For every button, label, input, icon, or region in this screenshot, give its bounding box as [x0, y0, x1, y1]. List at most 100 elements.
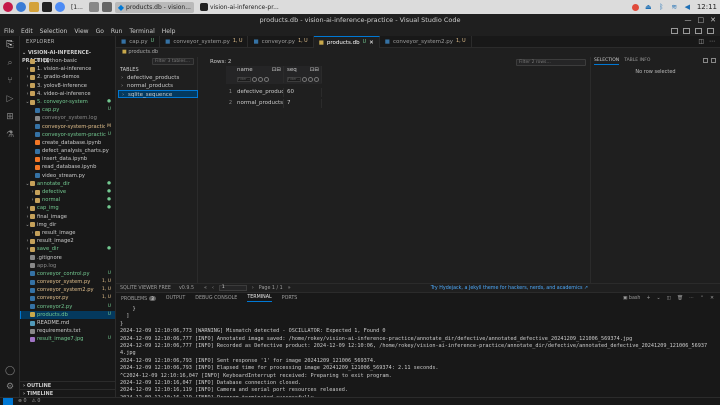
- tab-output[interactable]: OUTPUT: [166, 296, 186, 301]
- panel-toggle-icon[interactable]: [711, 58, 716, 63]
- layout-icon[interactable]: [703, 58, 708, 63]
- browser-icon[interactable]: [16, 2, 26, 12]
- sort-asc-icon[interactable]: [252, 76, 257, 82]
- run-debug-icon[interactable]: ▷: [5, 94, 15, 104]
- explorer-icon[interactable]: ⎘: [5, 40, 15, 50]
- menu-selection[interactable]: Selection: [40, 28, 68, 35]
- taskbar-task-terminal[interactable]: vision-ai-inference-pr...: [197, 2, 282, 13]
- search-icon[interactable]: ⌕: [5, 58, 15, 68]
- errors-count[interactable]: ⊗ 0: [18, 399, 27, 404]
- testing-icon[interactable]: ⚗: [5, 130, 15, 140]
- maximize-icon[interactable]: □: [698, 14, 705, 26]
- folder-item[interactable]: › normal ●: [20, 196, 115, 204]
- table-item-defective-products[interactable]: defective_products: [118, 74, 198, 82]
- editor-tab[interactable]: ■ products.db U ✕: [313, 36, 380, 48]
- cell-name[interactable]: normal_products: [234, 99, 284, 108]
- folder-item[interactable]: › 0. python-basic: [20, 57, 115, 65]
- cell-seq[interactable]: 60: [284, 88, 322, 97]
- file-item[interactable]: conveyor_system.log: [20, 114, 115, 122]
- menu-help[interactable]: Help: [162, 28, 176, 35]
- sort-desc-icon[interactable]: [258, 76, 263, 82]
- cell-seq[interactable]: 7: [284, 99, 322, 108]
- folder-item[interactable]: ⌄ img_dir: [20, 221, 115, 229]
- table-item-normal-products[interactable]: normal_products: [118, 82, 198, 90]
- file-item[interactable]: video_stream.py: [20, 172, 115, 180]
- taskbar-task-vscode[interactable]: ◆ products.db - vision...: [114, 1, 194, 13]
- close-icon[interactable]: ✕: [710, 14, 716, 26]
- file-item[interactable]: README.md: [20, 319, 115, 327]
- file-item[interactable]: requirements.txt: [20, 327, 115, 335]
- page-input[interactable]: 1: [218, 285, 247, 291]
- editor-tab[interactable]: ■ cap.py U: [116, 36, 161, 48]
- folder-item[interactable]: ⌄ 5. conveyor-system ●: [20, 98, 115, 106]
- first-page-icon[interactable]: «: [204, 286, 207, 291]
- update-icon[interactable]: [631, 3, 639, 11]
- warnings-count[interactable]: ⚠ 0: [32, 399, 41, 404]
- wifi-icon[interactable]: ≋: [671, 3, 678, 11]
- folder-item[interactable]: › 4. video-ai-inference: [20, 90, 115, 98]
- terminal-output[interactable]: } ]} 2024-12-09 12:10:06,773 [WARNING] Mi…: [120, 306, 716, 405]
- promo-link[interactable]: Try Hydejack, a Jekyll theme for hackers…: [431, 286, 720, 291]
- breadcrumb[interactable]: ■ products.db: [116, 48, 720, 57]
- menu-run[interactable]: Run: [111, 28, 123, 35]
- table-row[interactable]: 2 normal_products 7: [226, 99, 322, 108]
- tab-table-info[interactable]: TABLE INFO: [624, 57, 650, 65]
- cell-name[interactable]: defective_products: [234, 88, 284, 97]
- column-header-seq[interactable]: seq ⊡⊟: [284, 66, 322, 75]
- rows-filter-input[interactable]: Filter 2 rows…: [516, 59, 586, 66]
- toggle-sidebar-icon[interactable]: [671, 28, 678, 34]
- menu-edit[interactable]: Edit: [21, 28, 33, 35]
- column-menu-icon[interactable]: ⊡⊟: [310, 66, 321, 75]
- folder-item[interactable]: › 1. vision-ai-inference: [20, 65, 115, 73]
- sort-asc-icon[interactable]: [302, 76, 307, 82]
- maximize-panel-icon[interactable]: ⌃: [700, 296, 704, 301]
- menu-file[interactable]: File: [4, 28, 14, 35]
- file-item[interactable]: .gitignore: [20, 254, 115, 262]
- settings-gear-icon[interactable]: ⚙: [5, 382, 15, 392]
- folder-item[interactable]: › defective ●: [20, 188, 115, 196]
- volume-icon[interactable]: ◀: [684, 3, 691, 11]
- file-item[interactable]: conveyor2.py U: [20, 303, 115, 311]
- file-manager-icon[interactable]: [29, 2, 39, 12]
- folder-item[interactable]: › 3. yolov8-inference: [20, 82, 115, 90]
- file-item[interactable]: result_image7.jpg U: [20, 335, 115, 343]
- close-panel-icon[interactable]: ✕: [710, 296, 714, 301]
- customize-layout-icon[interactable]: [707, 28, 714, 34]
- file-item[interactable]: defect_analysis_charts.py: [20, 147, 115, 155]
- editor-tab[interactable]: ■ conveyor.py 1, U: [248, 36, 314, 48]
- chrome-icon[interactable]: [55, 2, 65, 12]
- folder-icon[interactable]: [88, 2, 99, 12]
- remote-indicator-icon[interactable]: [3, 397, 13, 405]
- table-row[interactable]: 1 defective_products 60: [226, 88, 322, 97]
- clear-filter-icon[interactable]: [264, 76, 269, 82]
- clock[interactable]: 12:11: [697, 3, 717, 11]
- prev-page-icon[interactable]: ‹: [212, 286, 214, 291]
- menu-view[interactable]: View: [74, 28, 88, 35]
- eject-icon[interactable]: ⏏: [645, 3, 652, 11]
- tables-filter-input[interactable]: Filter 3 tables…: [152, 58, 194, 65]
- next-page-icon[interactable]: ›: [252, 286, 254, 291]
- tab-debug-console[interactable]: DEBUG CONSOLE: [195, 296, 237, 301]
- file-item[interactable]: conveyor_control.py U: [20, 270, 115, 278]
- toggle-secondary-sidebar-icon[interactable]: [695, 28, 702, 34]
- file-item[interactable]: conveyor.py 1, U: [20, 294, 115, 302]
- workspace-root[interactable]: ⌄ VISION-AI-INFERENCE-PRACTICE: [20, 49, 115, 64]
- minimize-icon[interactable]: —: [685, 14, 692, 26]
- last-page-icon[interactable]: »: [288, 286, 291, 291]
- file-item[interactable]: conveyor-system-practice2.pyU: [20, 131, 115, 139]
- column-filter-input[interactable]: Filter…: [237, 76, 251, 82]
- table-item-sqlite-sequence[interactable]: sqlite_sequence: [118, 90, 198, 99]
- tab-terminal[interactable]: TERMINAL: [247, 295, 272, 302]
- column-menu-icon[interactable]: ⊡⊟: [272, 66, 283, 75]
- file-item[interactable]: app.log: [20, 262, 115, 270]
- file-item[interactable]: products.db U: [20, 310, 115, 320]
- new-terminal-icon[interactable]: +: [646, 296, 650, 301]
- timeline-section[interactable]: › TIMELINE: [20, 389, 116, 397]
- kill-terminal-icon[interactable]: 🗑: [677, 296, 683, 301]
- split-terminal-icon[interactable]: ◫: [667, 296, 672, 301]
- terminal-icon[interactable]: [42, 2, 52, 12]
- taskbar-task-1[interactable]: [1...: [68, 2, 86, 13]
- sort-desc-icon[interactable]: [308, 76, 313, 82]
- file-item[interactable]: conveyor-system-practice.pyM: [20, 123, 115, 131]
- raspberry-menu-icon[interactable]: [3, 2, 13, 12]
